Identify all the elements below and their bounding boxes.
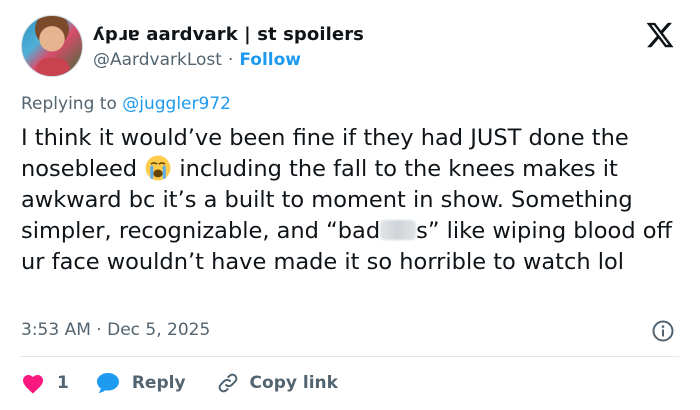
copy-link-label: Copy link bbox=[249, 373, 338, 393]
x-logo-icon[interactable] bbox=[643, 20, 677, 50]
user-handle[interactable]: @AardvarkLost bbox=[93, 50, 222, 70]
timestamp-date: Dec 5, 2025 bbox=[107, 320, 211, 340]
timestamp[interactable]: 3:53 AM · Dec 5, 2025 bbox=[21, 320, 210, 340]
replying-to-prefix: Replying to bbox=[21, 94, 117, 114]
action-bar: 1 Reply Copy link bbox=[21, 366, 338, 400]
replying-to-mention[interactable]: @juggler972 bbox=[122, 94, 231, 114]
copy-link-button[interactable]: Copy link bbox=[216, 371, 338, 395]
display-name[interactable]: ʎpɹɐ aardvark | st spoilers bbox=[93, 24, 364, 45]
timestamp-time: 3:53 AM bbox=[21, 320, 91, 340]
reply-label: Reply bbox=[131, 373, 186, 393]
tweet-text: I think it would’ve been fine if they ha… bbox=[21, 123, 681, 278]
like-button[interactable]: 1 bbox=[21, 372, 69, 394]
author-handle-row: @AardvarkLost · Follow bbox=[93, 49, 301, 71]
follow-button[interactable]: Follow bbox=[239, 50, 301, 70]
reply-button[interactable]: Reply bbox=[95, 371, 186, 395]
handle-separator: · bbox=[227, 50, 234, 70]
author-name-row: ʎpɹɐ aardvark | st spoilers bbox=[93, 22, 364, 46]
heart-icon bbox=[23, 375, 43, 394]
loudly-crying-face-icon bbox=[145, 155, 171, 181]
timestamp-separator: · bbox=[96, 320, 102, 340]
avatar[interactable] bbox=[21, 15, 83, 77]
like-count: 1 bbox=[57, 373, 69, 393]
reply-bubble-icon bbox=[96, 373, 119, 393]
link-icon bbox=[218, 373, 237, 393]
replying-to: Replying to @juggler972 bbox=[21, 94, 231, 114]
divider bbox=[21, 356, 679, 357]
info-icon[interactable] bbox=[651, 319, 675, 343]
avatar-figure bbox=[36, 58, 70, 76]
censor-blur bbox=[380, 220, 417, 240]
